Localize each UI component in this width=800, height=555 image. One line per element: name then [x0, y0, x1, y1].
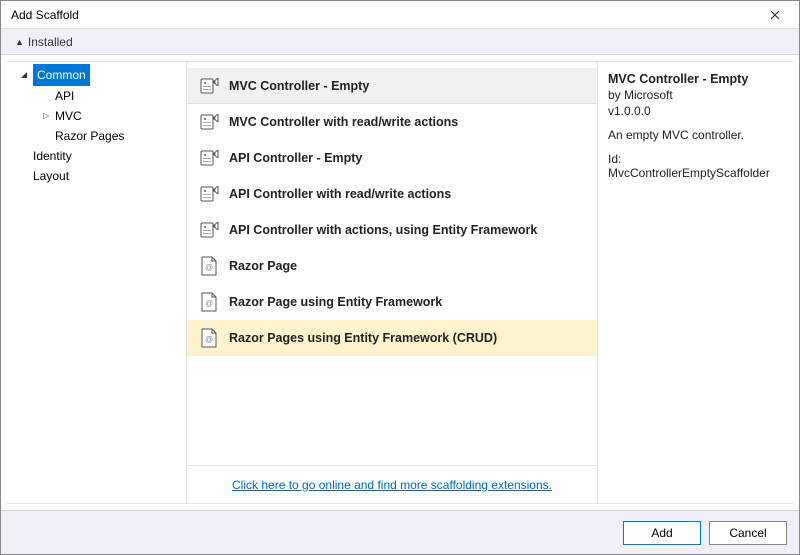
chevron-right-icon: ▷: [43, 106, 53, 126]
scaffold-item-label: API Controller - Empty: [229, 151, 362, 165]
tab-installed[interactable]: ▲ Installed: [7, 29, 81, 54]
main-area: ◢ Common API ▷ MVC Razor Pages: [1, 55, 799, 510]
scaffold-item-api-ef[interactable]: API Controller with actions, using Entit…: [187, 212, 597, 248]
controller-icon: [199, 184, 219, 204]
chevron-down-icon: ◢: [21, 65, 31, 85]
close-icon: [770, 10, 780, 20]
details-id: Id: MvcControllerEmptyScaffolder: [608, 152, 783, 180]
scaffold-item-razor-crud[interactable]: Razor Pages using Entity Framework (CRUD…: [187, 320, 597, 356]
tab-label: Installed: [28, 35, 73, 49]
tree-item-mvc[interactable]: ▷ MVC: [7, 106, 186, 126]
scaffold-list: MVC Controller - Empty MVC Controller wit…: [187, 62, 597, 465]
scaffold-item-api-empty[interactable]: API Controller - Empty: [187, 140, 597, 176]
dialog-footer: Add Cancel: [1, 510, 799, 554]
tree-item-common[interactable]: ◢ Common: [7, 64, 186, 86]
details-description: An empty MVC controller.: [608, 128, 783, 142]
cancel-button[interactable]: Cancel: [709, 521, 787, 545]
close-button[interactable]: [755, 2, 795, 28]
tabs-bar: ▲ Installed: [1, 29, 799, 55]
details-pane: MVC Controller - Empty by Microsoft v1.0…: [598, 61, 793, 504]
scaffold-item-label: API Controller with read/write actions: [229, 187, 451, 201]
online-link-row: Click here to go online and find more sc…: [187, 465, 597, 503]
page-icon: [199, 328, 219, 348]
scaffold-item-mvc-rw[interactable]: MVC Controller with read/write actions: [187, 104, 597, 140]
scaffold-item-mvc-empty[interactable]: MVC Controller - Empty: [187, 68, 597, 104]
add-button[interactable]: Add: [623, 521, 701, 545]
scaffold-item-razor-page[interactable]: Razor Page: [187, 248, 597, 284]
triangle-down-icon: ▲: [15, 37, 24, 47]
tree-item-identity[interactable]: Identity: [7, 146, 186, 166]
scaffold-item-label: Razor Pages using Entity Framework (CRUD…: [229, 331, 497, 345]
tree-item-razor-pages[interactable]: Razor Pages: [7, 126, 186, 146]
controller-icon: [199, 76, 219, 96]
scaffold-item-label: Razor Page using Entity Framework: [229, 295, 442, 309]
scaffold-item-label: API Controller with actions, using Entit…: [229, 223, 537, 237]
find-more-extensions-link[interactable]: Click here to go online and find more sc…: [232, 478, 552, 492]
page-icon: [199, 292, 219, 312]
category-tree: ◢ Common API ▷ MVC Razor Pages: [7, 61, 187, 504]
details-author: by Microsoft: [608, 88, 783, 102]
scaffold-item-label: MVC Controller with read/write actions: [229, 115, 458, 129]
controller-icon: [199, 112, 219, 132]
scaffold-item-razor-ef[interactable]: Razor Page using Entity Framework: [187, 284, 597, 320]
details-id-label: Id:: [608, 152, 621, 166]
controller-icon: [199, 148, 219, 168]
tree-item-layout[interactable]: Layout: [7, 166, 186, 186]
scaffold-item-label: MVC Controller - Empty: [229, 79, 369, 93]
window-title: Add Scaffold: [11, 8, 755, 22]
details-version: v1.0.0.0: [608, 104, 783, 118]
scaffold-item-api-rw[interactable]: API Controller with read/write actions: [187, 176, 597, 212]
titlebar: Add Scaffold: [1, 1, 799, 29]
details-id-value: MvcControllerEmptyScaffolder: [608, 166, 770, 180]
tree-item-api[interactable]: API: [7, 86, 186, 106]
details-title: MVC Controller - Empty: [608, 72, 783, 86]
page-icon: [199, 256, 219, 276]
controller-icon: [199, 220, 219, 240]
scaffold-item-label: Razor Page: [229, 259, 297, 273]
scaffold-list-pane: MVC Controller - Empty MVC Controller wit…: [187, 61, 598, 504]
